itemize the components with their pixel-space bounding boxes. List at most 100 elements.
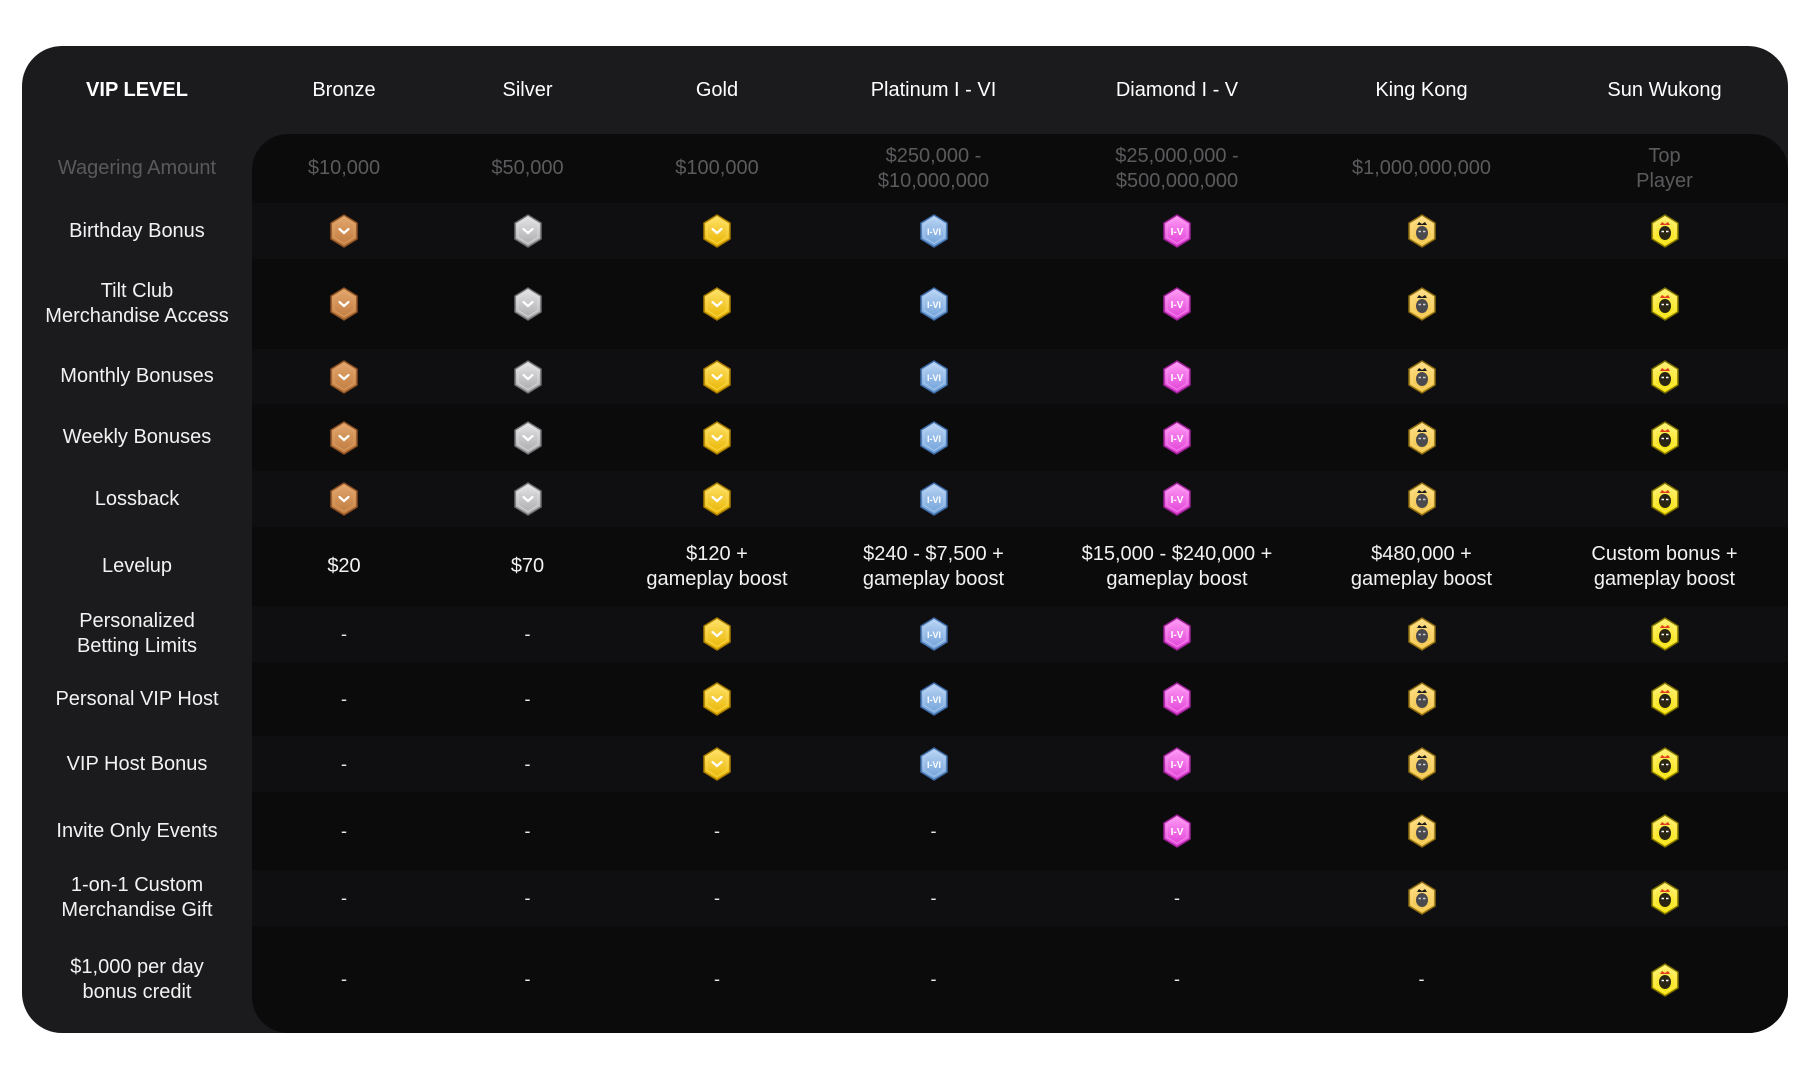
levelup-value-cell: $20 [327,555,361,577]
benefit-included-cell [1541,404,1788,471]
gold-badge-icon [703,420,731,455]
tier-heading: Gold [695,78,739,101]
levelup-value-cell: $480,000 + gameplay boost [1350,542,1493,590]
benefit-row: Invite Only Events - - - - I-V [22,792,1788,870]
diamond-badge-icon: I-V [1163,682,1191,716]
svg-text:I-V: I-V [1171,760,1184,771]
benefit-not-included-cell: - [436,870,619,926]
dash-marker: - [524,688,531,709]
benefit-included-cell [252,259,436,349]
svg-text:I-VI: I-VI [926,495,940,505]
gold-badge-icon [703,682,731,716]
levelup-value-cell: $15,000 - $240,000 + gameplay boost [1081,542,1273,590]
feature-label: 1-on-1 Custom Merchandise Gift [61,874,213,921]
dash-marker: - [341,623,347,644]
silver-badge-icon [513,482,542,516]
gold-badge-icon [703,287,731,321]
benefit-row: Personalized Betting Limits - - I-VI I-V [22,606,1788,662]
benefit-row: VIP Host Bonus - - I-VI I-V [22,736,1788,792]
benefit-included-cell [252,203,436,259]
benefit-included-cell [1302,471,1541,527]
platinum-badge-icon: I-VI [919,420,948,455]
king-kong-badge-icon [1407,682,1436,716]
dash-marker: - [524,820,531,841]
feature-label: Personalized Betting Limits [76,610,198,657]
benefit-not-included-cell: - [815,792,1052,870]
benefit-row: Weekly Bonuses I-VI I-V [22,404,1788,471]
benefit-included-cell: I-VI [815,736,1052,792]
wager-amount-cell: Top Player [1636,144,1693,192]
platinum-badge-icon: I-VI [919,214,948,248]
sun-wukong-badge-icon [1650,214,1679,248]
benefit-not-included-cell: - [252,736,436,792]
king-kong-badge-icon [1407,747,1436,781]
dash-marker: - [524,623,531,644]
benefit-included-cell [1541,606,1788,662]
wager-amount-cell: $1,000,000,000 [1351,157,1492,179]
svg-text:I-VI: I-VI [926,300,940,310]
svg-text:I-V: I-V [1171,434,1184,445]
benefit-not-included-cell: - [619,792,815,870]
platinum-badge-icon: I-VI [919,482,948,516]
diamond-badge-icon: I-V [1163,420,1191,455]
dash-marker: - [524,969,531,989]
benefit-included-cell [1541,662,1788,736]
benefit-included-cell [436,259,619,349]
tier-heading: King Kong [1375,78,1468,101]
benefit-included-cell: I-V [1052,792,1302,870]
dash-marker: - [714,969,720,989]
benefit-included-cell [1302,203,1541,259]
platinum-badge-icon: I-VI [919,747,948,781]
diamond-badge-icon: I-V [1163,617,1191,651]
wager-amount-cell: $10,000 [307,157,381,179]
svg-text:I-V: I-V [1171,827,1184,838]
dash-marker: - [1174,887,1180,908]
benefit-included-cell: I-V [1052,404,1302,471]
dash-marker: - [930,887,937,908]
svg-text:I-V: I-V [1171,630,1184,641]
levelup-value-cell: Custom bonus + gameplay boost [1591,542,1738,590]
king-kong-badge-icon [1407,359,1436,394]
feature-label: Weekly Bonuses [62,426,212,448]
svg-text:I-VI: I-VI [926,760,940,770]
svg-text:I-VI: I-VI [926,630,940,640]
dash-marker: - [524,753,531,774]
benefit-not-included-cell: - [619,926,815,1033]
benefit-not-included-cell: - [436,926,619,1033]
feature-label: Levelup [101,555,173,577]
king-kong-badge-icon [1407,214,1436,248]
feature-label: Tilt Club Merchandise Access [45,280,229,327]
benefit-included-cell [436,471,619,527]
benefit-row: $1,000 per day bonus credit - - - - - - [22,926,1788,1033]
svg-text:I-VI: I-VI [926,695,940,705]
silver-badge-icon [513,359,542,394]
benefit-included-cell [1541,349,1788,404]
feature-label: $1,000 per day bonus credit [70,955,204,1003]
benefit-included-cell: I-V [1052,471,1302,527]
benefit-row: Monthly Bonuses I-VI I-V [22,349,1788,404]
levelup-value-cell: $120 + gameplay boost [646,542,788,590]
wager-amount-cell: $250,000 - $10,000,000 [877,144,990,192]
benefit-included-cell [619,404,815,471]
benefit-included-cell [1541,870,1788,926]
benefit-included-cell [436,404,619,471]
sun-wukong-badge-icon [1650,617,1679,651]
benefit-included-cell [1302,662,1541,736]
benefit-included-cell [1541,736,1788,792]
benefit-included-cell: I-VI [815,349,1052,404]
gold-badge-icon [703,617,731,651]
benefit-not-included-cell: - [1052,870,1302,926]
benefit-not-included-cell: - [252,792,436,870]
svg-text:I-V: I-V [1171,695,1184,706]
king-kong-badge-icon [1407,617,1436,651]
benefit-not-included-cell: - [815,926,1052,1033]
benefit-included-cell [1541,792,1788,870]
benefit-included-cell [619,606,815,662]
benefit-not-included-cell: - [252,926,436,1033]
feature-label: Monthly Bonuses [60,365,214,387]
king-kong-badge-icon [1407,881,1436,915]
dash-marker: - [341,887,347,908]
dash-marker: - [714,887,720,908]
gold-badge-icon [703,359,731,394]
diamond-badge-icon: I-V [1163,287,1191,321]
